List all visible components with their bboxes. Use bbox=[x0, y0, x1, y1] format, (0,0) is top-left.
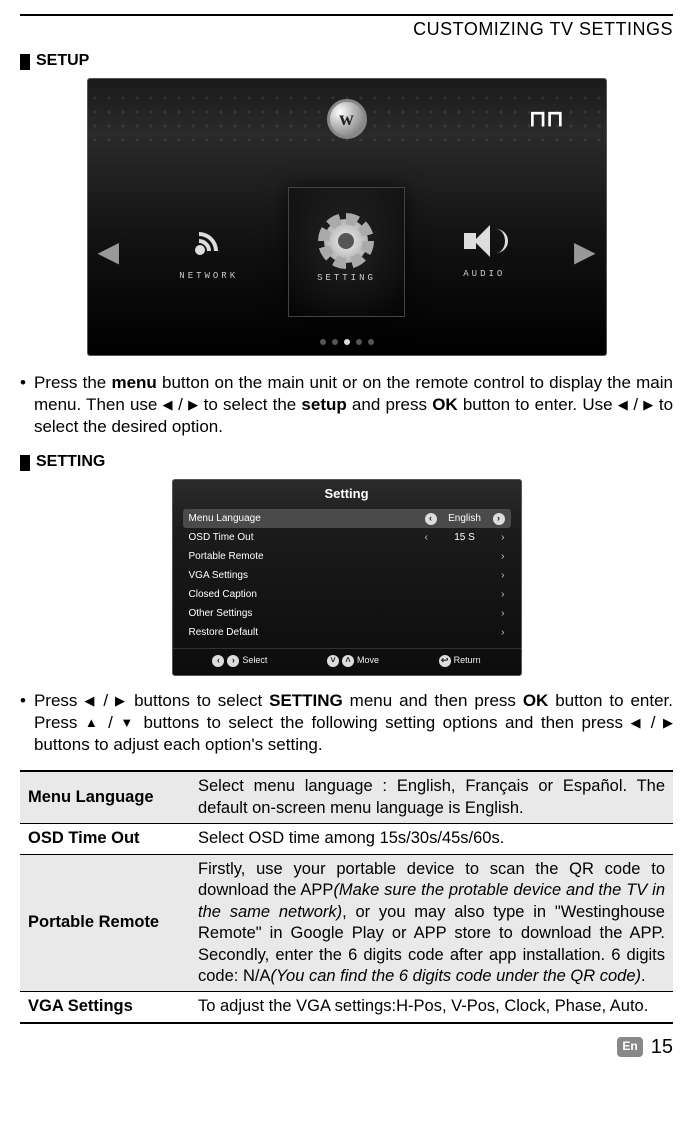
table-row: Menu Language Select menu language : Eng… bbox=[20, 771, 673, 823]
setting-row-value: ‹15 S› bbox=[425, 531, 505, 544]
setting-row-label: Menu Language bbox=[189, 512, 425, 525]
panel-audio: AUDIO bbox=[435, 197, 534, 307]
chevron-left-icon: ‹ bbox=[425, 531, 428, 544]
page-number: 15 bbox=[651, 1034, 673, 1060]
chevron-right-icon: › bbox=[501, 588, 504, 601]
setting-menu-footer: ‹› Select ˅˄ Move ↩ Return bbox=[173, 648, 521, 669]
return-circle-icon: ↩ bbox=[439, 655, 451, 667]
panel-network-label: NETWORK bbox=[179, 271, 238, 283]
setting-menu-row: Restore Default› bbox=[173, 623, 521, 642]
opt-desc: To adjust the VGA settings:H-Pos, V-Pos,… bbox=[190, 992, 673, 1023]
chevron-right-icon: › bbox=[501, 550, 504, 563]
section-setting-label: SETTING bbox=[36, 452, 105, 473]
table-row: VGA Settings To adjust the VGA settings:… bbox=[20, 992, 673, 1023]
instruction-setup: • Press the menu button on the main unit… bbox=[20, 372, 673, 438]
panel-network: NETWORK bbox=[159, 197, 258, 307]
title-bar-icon bbox=[20, 455, 30, 471]
setting-menu-row: Other Settings› bbox=[173, 604, 521, 623]
section-setup-label: SETUP bbox=[36, 51, 89, 72]
speaker-icon bbox=[464, 223, 504, 259]
right-circle-icon: › bbox=[227, 655, 239, 667]
carousel-left-arrow-icon: ◀ bbox=[88, 234, 130, 270]
setting-menu-screenshot: Setting Menu Language‹English›OSD Time O… bbox=[172, 479, 522, 676]
title-bar-icon bbox=[20, 54, 30, 70]
setting-row-label: VGA Settings bbox=[189, 569, 502, 582]
setting-row-label: Restore Default bbox=[189, 626, 502, 639]
wifi-icon bbox=[189, 221, 229, 261]
chevron-right-icon: › bbox=[501, 607, 504, 620]
setting-menu-row: Closed Caption› bbox=[173, 585, 521, 604]
page-footer: En 15 bbox=[20, 1034, 673, 1060]
carousel-dots bbox=[320, 339, 374, 345]
up-circle-icon: ˄ bbox=[342, 655, 354, 667]
setting-menu-row: Portable Remote› bbox=[173, 547, 521, 566]
table-row: OSD Time Out Select OSD time among 15s/3… bbox=[20, 824, 673, 854]
right-circle-icon: › bbox=[493, 513, 505, 525]
left-circle-icon: ‹ bbox=[425, 513, 437, 525]
opt-name: Portable Remote bbox=[20, 854, 190, 992]
setting-menu-row: VGA Settings› bbox=[173, 566, 521, 585]
setting-row-label: Other Settings bbox=[189, 607, 502, 620]
settings-table: Menu Language Select menu language : Eng… bbox=[20, 770, 673, 1023]
chevron-right-icon: › bbox=[501, 531, 504, 544]
opt-name: Menu Language bbox=[20, 771, 190, 823]
setting-row-label: OSD Time Out bbox=[189, 531, 425, 544]
language-badge: En bbox=[617, 1037, 642, 1057]
signal-icon: ⊓⊓ bbox=[529, 105, 563, 134]
opt-name: VGA Settings bbox=[20, 992, 190, 1023]
opt-desc: Firstly, use your portable device to sca… bbox=[190, 854, 673, 992]
panel-setting: SETTING bbox=[288, 187, 404, 317]
opt-desc: Select menu language : English, Français… bbox=[190, 771, 673, 823]
instruction-setting: • Press ◀ / ▶ buttons to select SETTING … bbox=[20, 690, 673, 756]
setting-menu-title: Setting bbox=[173, 480, 521, 509]
carousel-right-arrow-icon: ▶ bbox=[564, 234, 606, 270]
tv-menu-screenshot: w ⊓⊓ ◀ NETWORK SETTING AUDIO ▶ bbox=[87, 78, 607, 356]
opt-name: OSD Time Out bbox=[20, 824, 190, 854]
page-header: CUSTOMIZING TV SETTINGS bbox=[20, 18, 673, 41]
setting-menu-row: Menu Language‹English› bbox=[183, 509, 511, 528]
section-setup-title: SETUP bbox=[20, 51, 673, 72]
setting-menu-row: OSD Time Out‹15 S› bbox=[173, 528, 521, 547]
setting-row-label: Portable Remote bbox=[189, 550, 502, 563]
gear-icon bbox=[324, 219, 368, 263]
panel-setting-label: SETTING bbox=[317, 273, 376, 285]
table-row: Portable Remote Firstly, use your portab… bbox=[20, 854, 673, 992]
setting-row-value: ‹English› bbox=[425, 512, 505, 525]
panel-audio-label: AUDIO bbox=[463, 269, 505, 281]
westinghouse-logo-icon: w bbox=[327, 99, 367, 139]
left-circle-icon: ‹ bbox=[212, 655, 224, 667]
opt-desc: Select OSD time among 15s/30s/45s/60s. bbox=[190, 824, 673, 854]
setting-row-label: Closed Caption bbox=[189, 588, 502, 601]
down-circle-icon: ˅ bbox=[327, 655, 339, 667]
chevron-right-icon: › bbox=[501, 626, 504, 639]
section-setting-title: SETTING bbox=[20, 452, 673, 473]
chevron-right-icon: › bbox=[501, 569, 504, 582]
